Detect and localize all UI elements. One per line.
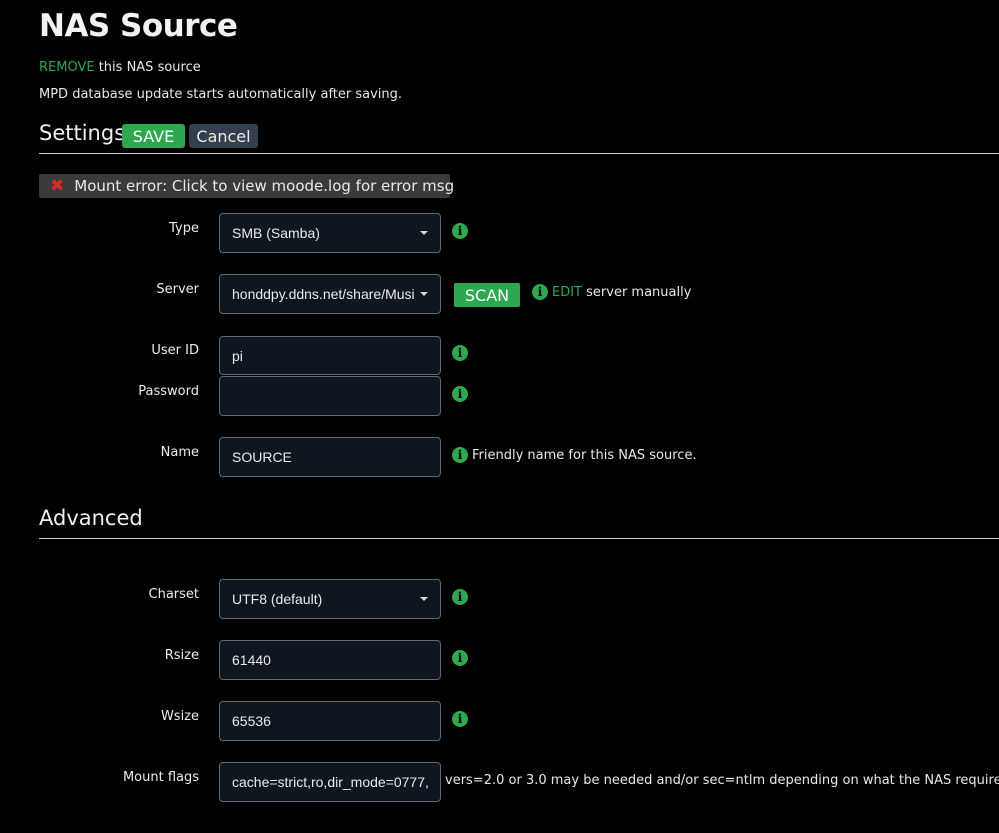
chevron-down-icon [420,292,428,296]
x-icon: ✖ [50,175,65,196]
rsize-field[interactable] [219,640,441,680]
info-icon[interactable]: i [452,447,468,463]
server-value: honddpy.ddns.net/share/Musi [232,286,414,302]
mountflags-field[interactable] [219,762,441,802]
password-label: Password [138,384,199,399]
rsize-input[interactable] [232,652,428,668]
remove-link[interactable]: REMOVE [39,60,95,75]
chevron-down-icon [420,597,428,601]
mount-error-text: Mount error: Click to view moode.log for… [74,177,455,195]
settings-divider [39,153,999,154]
charset-label: Charset [148,587,200,602]
edit-server-help: EDIT server manually [552,285,691,300]
type-label: Type [169,221,199,236]
mountflags-input[interactable] [232,774,428,790]
rsize-label: Rsize [164,648,199,663]
type-select[interactable]: SMB (Samba) [219,213,441,253]
settings-heading: Settings [39,121,126,145]
update-note: MPD database update starts automatically… [39,87,403,102]
password-field[interactable] [219,376,441,416]
wsize-label: Wsize [160,709,199,724]
info-icon[interactable]: i [452,711,468,727]
remove-line: REMOVE this NAS source [39,60,201,75]
mountflags-help: vers=2.0 or 3.0 may be needed and/or sec… [445,773,999,788]
server-label: Server [156,282,199,297]
name-input[interactable] [232,449,428,465]
type-value: SMB (Samba) [232,225,320,241]
mount-error-banner[interactable]: ✖ Mount error: Click to view moode.log f… [39,174,454,198]
server-select[interactable]: honddpy.ddns.net/share/Musi [219,274,441,314]
charset-value: UTF8 (default) [232,591,323,607]
info-icon[interactable]: i [452,650,468,666]
userid-field[interactable] [219,336,441,375]
name-label: Name [160,445,199,460]
cancel-button[interactable]: Cancel [189,124,258,148]
password-input[interactable] [232,388,428,404]
userid-input[interactable] [232,347,428,364]
scan-button[interactable]: SCAN [454,283,520,307]
edit-server-suffix: server manually [582,285,692,300]
wsize-input[interactable] [232,713,428,729]
info-icon[interactable]: i [452,589,468,605]
userid-label: User ID [151,343,199,358]
advanced-heading: Advanced [39,506,143,530]
info-icon[interactable]: i [452,386,468,402]
advanced-divider [39,538,999,539]
name-field[interactable] [219,437,441,477]
mountflags-label: Mount flags [122,770,199,785]
remove-suffix: this NAS source [94,60,201,75]
page-title: NAS Source [39,8,238,44]
wsize-field[interactable] [219,701,441,741]
info-icon[interactable]: i [452,345,468,361]
chevron-down-icon [420,231,428,235]
info-icon[interactable]: i [532,284,548,300]
charset-select[interactable]: UTF8 (default) [219,579,441,619]
info-icon[interactable]: i [452,223,468,239]
edit-server-link[interactable]: EDIT [552,285,582,300]
save-button[interactable]: SAVE [122,124,185,148]
name-help: Friendly name for this NAS source. [472,448,697,463]
